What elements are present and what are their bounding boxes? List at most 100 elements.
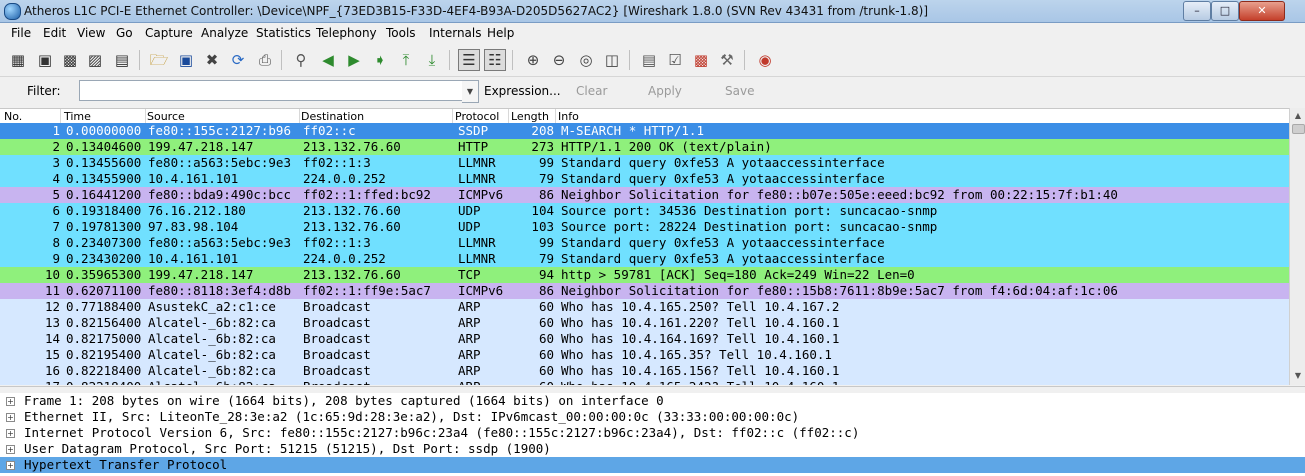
find-packet-icon[interactable]: ⚲ — [291, 50, 311, 70]
column-info[interactable]: Info — [558, 110, 579, 123]
packet-row[interactable]: 5 0.16441200 fe80::bda9:490c:bcc ff02::1:ff… — [0, 187, 1289, 203]
column-divider[interactable] — [452, 109, 453, 123]
capture-filters-icon[interactable]: ▤ — [639, 50, 659, 70]
column-time[interactable]: Time — [64, 110, 91, 123]
packet-row[interactable]: 2 0.13404600 199.47.218.147 213.132.76.60 HT… — [0, 139, 1289, 155]
expand-icon[interactable]: + — [6, 429, 15, 438]
go-to-packet-icon[interactable]: ➧ — [370, 50, 390, 70]
packet-list[interactable]: 1 0.00000000 fe80::155c:2127:b96 ff02::c SSD… — [0, 123, 1289, 385]
display-filters-icon[interactable]: ☑ — [665, 50, 685, 70]
capture-options-icon[interactable]: ▣ — [35, 50, 55, 70]
column-divider[interactable] — [60, 109, 61, 123]
scroll-down-icon[interactable]: ▼ — [1292, 370, 1304, 382]
packet-row[interactable]: 17 0.82218400Alcatel-_6b:82:caBroadcastAR… — [0, 379, 1289, 385]
packet-protocol: HTTP — [458, 139, 489, 154]
normal-size-icon[interactable]: ◎ — [576, 50, 596, 70]
menu-file[interactable]: File — [11, 26, 31, 40]
packet-row[interactable]: 16 0.82218400 Alcatel-_6b:82:ca Broadcast AR… — [0, 363, 1289, 379]
packet-row[interactable]: 9 0.23430200 10.4.161.101 224.0.0.252 LLMNR 7… — [0, 251, 1289, 267]
save-button[interactable]: Save — [725, 84, 754, 98]
menu-capture[interactable]: Capture — [145, 26, 193, 40]
packet-row[interactable]: 14 0.82175000 Alcatel-_6b:82:ca Broadcast AR… — [0, 331, 1289, 347]
column-destination[interactable]: Destination — [301, 110, 364, 123]
help-icon[interactable]: ◉ — [755, 50, 775, 70]
autoscroll-icon[interactable]: ☷ — [484, 49, 506, 71]
open-file-icon[interactable]: 🗁 — [149, 50, 169, 70]
menu-edit[interactable]: Edit — [43, 26, 66, 40]
maximize-button[interactable]: □ — [1211, 1, 1239, 21]
packet-row[interactable]: 10 0.35965300 199.47.218.147 213.132.76.60 T… — [0, 267, 1289, 283]
expand-icon[interactable]: + — [6, 413, 15, 422]
packet-row[interactable]: 1 0.00000000 fe80::155c:2127:b96 ff02::c SSD… — [0, 123, 1289, 139]
go-last-icon[interactable]: ⤓ — [422, 50, 442, 70]
packet-details-tree[interactable]: + Frame 1: 208 bytes on wire (1664 bits),… — [0, 393, 1305, 476]
go-first-icon[interactable]: ⤒ — [396, 50, 416, 70]
packet-time: 0.13404600 — [66, 139, 142, 154]
packet-row[interactable]: 8 0.23407300 fe80::a563:5ebc:9e3 ff02::1:3 L… — [0, 235, 1289, 251]
interface-list-icon[interactable]: ▦ — [8, 50, 28, 70]
expand-icon[interactable]: + — [6, 397, 15, 406]
start-capture-icon[interactable]: ▩ — [60, 50, 80, 70]
minimize-button[interactable]: – — [1183, 1, 1211, 21]
save-file-icon[interactable]: ▣ — [176, 50, 196, 70]
display-filter-input[interactable] — [79, 80, 465, 101]
filter-dropdown-icon[interactable]: ▼ — [462, 80, 479, 103]
apply-button[interactable]: Apply — [648, 84, 682, 98]
detail-tree-item[interactable]: + Frame 1: 208 bytes on wire (1664 bits),… — [0, 393, 1305, 409]
packet-protocol: ICMPv6 — [458, 187, 504, 202]
resize-columns-icon[interactable]: ◫ — [602, 50, 622, 70]
menu-go[interactable]: Go — [116, 26, 133, 40]
close-button[interactable]: ✕ — [1239, 1, 1285, 21]
column-source[interactable]: Source — [147, 110, 185, 123]
packet-row[interactable]: 15 0.82195400 Alcatel-_6b:82:ca Broadcast AR… — [0, 347, 1289, 363]
scroll-up-icon[interactable]: ▲ — [1292, 110, 1304, 122]
packet-row[interactable]: 3 0.13455600 fe80::a563:5ebc:9e3 ff02::1:3 L… — [0, 155, 1289, 171]
packet-row[interactable]: 11 0.62071100 fe80::8118:3ef4:d8b ff02::1:f… — [0, 283, 1289, 299]
column-divider[interactable] — [555, 109, 556, 123]
close-file-icon[interactable]: ✖ — [202, 50, 222, 70]
detail-tree-item[interactable]: + User Datagram Protocol, Src Port: 51215… — [0, 441, 1305, 457]
column-protocol[interactable]: Protocol — [455, 110, 499, 123]
clear-button[interactable]: Clear — [576, 84, 607, 98]
column-no[interactable]: No. — [4, 110, 22, 123]
restart-capture-icon[interactable]: ▤ — [112, 50, 132, 70]
packet-row[interactable]: 12 0.77188400 AsustekC_a2:c1:ce Broadcast AR… — [0, 299, 1289, 315]
expand-icon[interactable]: + — [6, 445, 15, 454]
detail-tree-item[interactable]: + Ethernet II, Src: LiteonTe_28:3e:a2 (1c… — [0, 409, 1305, 425]
column-length[interactable]: Length — [511, 110, 549, 123]
packet-row[interactable]: 6 0.19318400 76.16.212.180 213.132.76.60 UDP… — [0, 203, 1289, 219]
packet-info: HTTP/1.1 200 OK (text/plain) — [561, 139, 772, 154]
go-forward-icon[interactable]: ▶ — [344, 50, 364, 70]
column-divider[interactable] — [508, 109, 509, 123]
menu-internals[interactable]: Internals — [429, 26, 482, 40]
packet-source: Alcatel-_6b:82:ca — [148, 315, 276, 330]
packet-row[interactable]: 7 0.19781300 97.83.98.104 213.132.76.60 UDP 1… — [0, 219, 1289, 235]
reload-icon[interactable]: ⟳ — [228, 50, 248, 70]
packet-source: Alcatel-_6b:82:ca — [148, 347, 276, 362]
go-back-icon[interactable]: ◀ — [318, 50, 338, 70]
packet-row[interactable]: 13 0.82156400 Alcatel-_6b:82:ca Broadcast AR… — [0, 315, 1289, 331]
detail-tree-item[interactable]: + Hypertext Transfer Protocol — [0, 457, 1305, 473]
packet-source: AsustekC_a2:c1:ce — [148, 299, 276, 314]
column-divider[interactable] — [145, 109, 146, 123]
column-divider[interactable] — [299, 109, 300, 123]
menu-statistics[interactable]: Statistics — [256, 26, 311, 40]
print-icon[interactable]: ⎙ — [255, 50, 275, 70]
packet-list-scrollbar[interactable]: ▲ ▼ — [1289, 108, 1305, 385]
colorize-icon[interactable]: ☰ — [458, 49, 480, 71]
scrollbar-thumb[interactable] — [1292, 124, 1305, 134]
zoom-out-icon[interactable]: ⊖ — [549, 50, 569, 70]
expression-button[interactable]: Expression... — [484, 84, 561, 98]
menu-view[interactable]: View — [77, 26, 105, 40]
packet-row[interactable]: 4 0.13455900 10.4.161.101 224.0.0.252 LLMNR 7… — [0, 171, 1289, 187]
preferences-icon[interactable]: ⚒ — [717, 50, 737, 70]
stop-capture-icon[interactable]: ▨ — [85, 50, 105, 70]
menu-help[interactable]: Help — [487, 26, 514, 40]
expand-icon[interactable]: + — [6, 461, 15, 470]
menu-analyze[interactable]: Analyze — [201, 26, 248, 40]
zoom-in-icon[interactable]: ⊕ — [523, 50, 543, 70]
menu-tools[interactable]: Tools — [386, 26, 416, 40]
coloring-rules-icon[interactable]: ▩ — [691, 50, 711, 70]
menu-telephony[interactable]: Telephony — [316, 26, 377, 40]
detail-tree-item[interactable]: + Internet Protocol Version 6, Src: fe80:… — [0, 425, 1305, 441]
